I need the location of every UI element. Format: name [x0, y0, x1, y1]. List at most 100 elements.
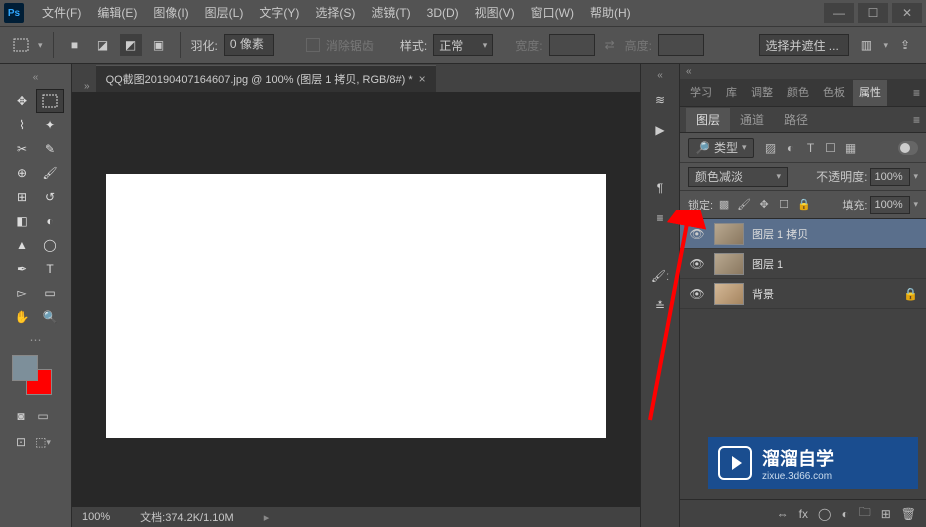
tool-preset-caret[interactable]: ▾ [38, 40, 43, 51]
tab-close-icon[interactable]: × [419, 72, 426, 86]
brush-tool-icon[interactable]: 🖌 [36, 161, 64, 185]
shape-tool-icon[interactable]: ▭ [36, 281, 64, 305]
tab-properties[interactable]: 属性 [853, 80, 887, 106]
screenmode-icon[interactable]: ▭ [34, 407, 52, 425]
link-layers-icon[interactable]: ⇔ [777, 507, 789, 521]
filter-pixel-icon[interactable]: ▨ [764, 141, 778, 155]
tab-adjustments[interactable]: 调整 [745, 80, 779, 106]
lock-transparent-icon[interactable]: ▩ [717, 198, 731, 211]
history-brush-tool-icon[interactable]: ↺ [36, 185, 64, 209]
layer-kind-select[interactable]: 🔎类型▾ [688, 138, 754, 158]
eyedropper-tool-icon[interactable]: ✎ [36, 137, 64, 161]
adjustment-layer-icon[interactable]: ◐ [841, 507, 848, 521]
layer-thumbnail[interactable] [714, 253, 744, 275]
menu-edit[interactable]: 编辑(E) [89, 0, 145, 26]
visibility-icon[interactable]: 👁 [688, 287, 706, 301]
menu-filter[interactable]: 滤镜(T) [363, 0, 418, 26]
quickmask-icon[interactable]: ◙ [12, 407, 30, 425]
fill-input[interactable]: 100% [870, 196, 910, 214]
workspace-icon[interactable]: ▥ [855, 34, 877, 56]
filter-smart-icon[interactable]: ▦ [844, 141, 858, 155]
menu-image[interactable]: 图像(I) [145, 0, 196, 26]
menu-type[interactable]: 文字(Y) [251, 0, 307, 26]
menu-3d[interactable]: 3D(D) [419, 0, 467, 26]
history-panel-icon[interactable]: ≋ [645, 87, 675, 113]
eraser-tool-icon[interactable]: ◧ [8, 209, 36, 233]
tab-learn[interactable]: 学习 [684, 80, 718, 106]
group-icon[interactable]: 🗀 [859, 503, 871, 524]
tool-current-marquee-icon[interactable] [10, 34, 32, 56]
new-layer-icon[interactable]: ⊞ [881, 507, 891, 521]
menu-layer[interactable]: 图层(L) [197, 0, 252, 26]
feather-input[interactable]: 0 像素 [224, 34, 274, 56]
pen-tool-icon[interactable]: ✒ [8, 257, 36, 281]
tab-libraries[interactable]: 库 [720, 80, 743, 106]
selection-new-icon[interactable]: ■ [64, 34, 86, 56]
layer-fx-icon[interactable]: fx [799, 507, 808, 521]
zoom-tool-icon[interactable]: 🔍 [36, 305, 64, 329]
share-icon[interactable]: ⇪ [894, 34, 916, 56]
filter-type-icon[interactable]: T [804, 141, 818, 155]
opacity-input[interactable]: 100% [870, 168, 910, 186]
panel-menu-icon[interactable]: ≡ [907, 86, 926, 100]
edit-toolbar-icon[interactable]: ⊡ [12, 433, 30, 451]
gradient-tool-icon[interactable]: ◐ [36, 209, 64, 233]
actions-panel-icon[interactable]: ▶ [645, 117, 675, 143]
layer-thumbnail[interactable] [714, 223, 744, 245]
right-collapse-icon[interactable]: « [680, 64, 926, 79]
selection-intersect-icon[interactable]: ▣ [148, 34, 170, 56]
close-button[interactable]: ✕ [892, 3, 922, 23]
filter-adjust-icon[interactable]: ◐ [784, 141, 798, 155]
tools-collapse-icon[interactable]: « [0, 70, 71, 85]
tab-paths[interactable]: 路径 [774, 108, 818, 132]
menu-window[interactable]: 窗口(W) [523, 0, 582, 26]
paragraph-panel-icon[interactable]: ≡ [645, 205, 675, 231]
doc-info[interactable]: 文档:374.2K/1.10M [140, 509, 234, 525]
select-and-mask-button[interactable]: 选择并遮住 ... [759, 34, 849, 56]
tab-channels[interactable]: 通道 [730, 108, 774, 132]
selection-add-icon[interactable]: ◪ [92, 34, 114, 56]
blur-tool-icon[interactable]: ▲ [8, 233, 36, 257]
canvas[interactable] [106, 174, 606, 438]
tab-color[interactable]: 颜色 [781, 80, 815, 106]
swatches-panel-icon[interactable]: ≛ [645, 293, 675, 319]
layer-row[interactable]: 👁 图层 1 [680, 249, 926, 279]
stamp-tool-icon[interactable]: ⊞ [8, 185, 36, 209]
brush-panel-icon[interactable]: 🖌ː [645, 263, 675, 289]
crop-tool-icon[interactable]: ✂ [8, 137, 36, 161]
menu-help[interactable]: 帮助(H) [582, 0, 639, 26]
blend-mode-select[interactable]: 颜色减淡▾ [688, 167, 788, 187]
selection-subtract-icon[interactable]: ◩ [120, 34, 142, 56]
lock-image-icon[interactable]: 🖌 [737, 198, 751, 211]
move-tool-icon[interactable]: ✥ [8, 89, 36, 113]
layer-row[interactable]: 👁 图层 1 拷贝 [680, 219, 926, 249]
menu-file[interactable]: 文件(F) [34, 0, 89, 26]
minimize-button[interactable]: — [824, 3, 854, 23]
layers-menu-icon[interactable]: ≡ [907, 113, 926, 127]
layer-thumbnail[interactable] [714, 283, 744, 305]
visibility-icon[interactable]: 👁 [688, 257, 706, 271]
color-swatches[interactable] [12, 355, 52, 395]
dock-expand-icon[interactable]: « [657, 68, 663, 87]
lock-position-icon[interactable]: ✥ [757, 198, 771, 211]
screenmode2-icon[interactable]: ⬚▾ [34, 433, 52, 451]
lasso-tool-icon[interactable]: ⌇ [8, 113, 36, 137]
type-tool-icon[interactable]: T [36, 257, 64, 281]
menu-view[interactable]: 视图(V) [467, 0, 523, 26]
lock-all-icon[interactable]: 🔒 [797, 198, 811, 211]
style-select[interactable]: 正常▾ [433, 34, 493, 56]
filter-toggle[interactable] [898, 141, 918, 155]
hand-tool-icon[interactable]: ✋ [8, 305, 36, 329]
filter-shape-icon[interactable]: ☐ [824, 141, 838, 155]
opacity-caret[interactable]: ▾ [913, 171, 918, 182]
layer-row[interactable]: 👁 背景 🔒 [680, 279, 926, 309]
maximize-button[interactable]: ☐ [858, 3, 888, 23]
quickselect-tool-icon[interactable]: ✦ [36, 113, 64, 137]
path-tool-icon[interactable]: ▻ [8, 281, 36, 305]
visibility-icon[interactable]: 👁 [688, 227, 706, 241]
document-tab[interactable]: QQ截图20190407164607.jpg @ 100% (图层 1 拷贝, … [96, 65, 436, 92]
zoom-level[interactable]: 100% [82, 511, 110, 523]
lock-artboard-icon[interactable]: ☐ [777, 198, 791, 211]
dodge-tool-icon[interactable]: ◯ [36, 233, 64, 257]
healing-tool-icon[interactable]: ⊕ [8, 161, 36, 185]
